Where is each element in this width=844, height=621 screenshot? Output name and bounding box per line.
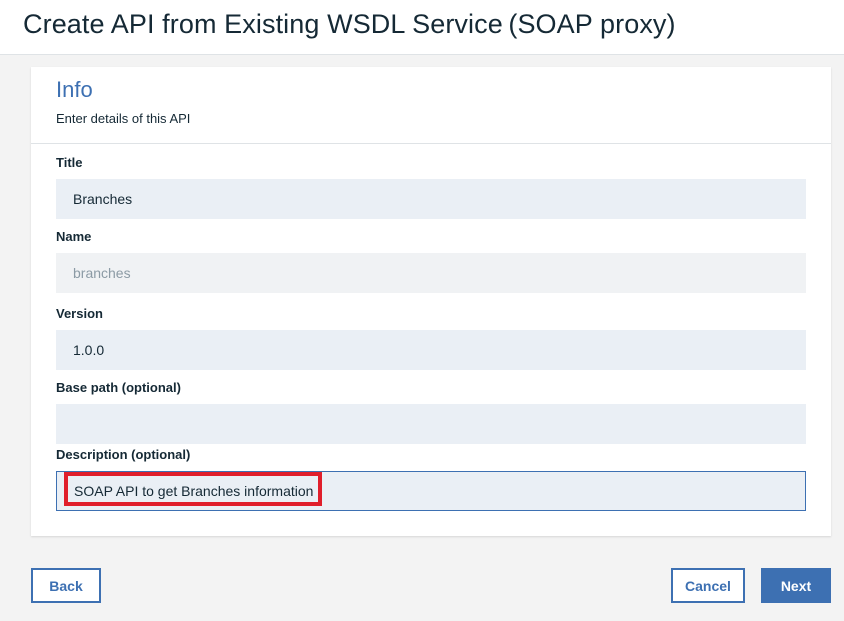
- cancel-button[interactable]: Cancel: [671, 568, 745, 603]
- page-header: Create API from Existing WSDL Service (S…: [0, 0, 844, 55]
- page-title: Create API from Existing WSDL Service (S…: [23, 9, 676, 39]
- version-label: Version: [56, 306, 103, 321]
- description-label: Description (optional): [56, 447, 191, 462]
- base-path-label: Base path (optional): [56, 380, 181, 395]
- name-input[interactable]: [56, 253, 806, 293]
- section-title: Info: [56, 77, 93, 102]
- base-path-input[interactable]: [56, 404, 806, 444]
- version-input[interactable]: [56, 330, 806, 370]
- next-button[interactable]: Next: [761, 568, 831, 603]
- name-label: Name: [56, 229, 92, 244]
- title-label: Title: [56, 155, 83, 170]
- description-input[interactable]: [56, 471, 806, 511]
- section-subtitle: Enter details of this API: [56, 111, 191, 126]
- back-button[interactable]: Back: [31, 568, 101, 603]
- card-header: Info Enter details of this API: [31, 67, 831, 144]
- title-input[interactable]: [56, 179, 806, 219]
- info-card: Info Enter details of this API Title Nam…: [31, 67, 831, 536]
